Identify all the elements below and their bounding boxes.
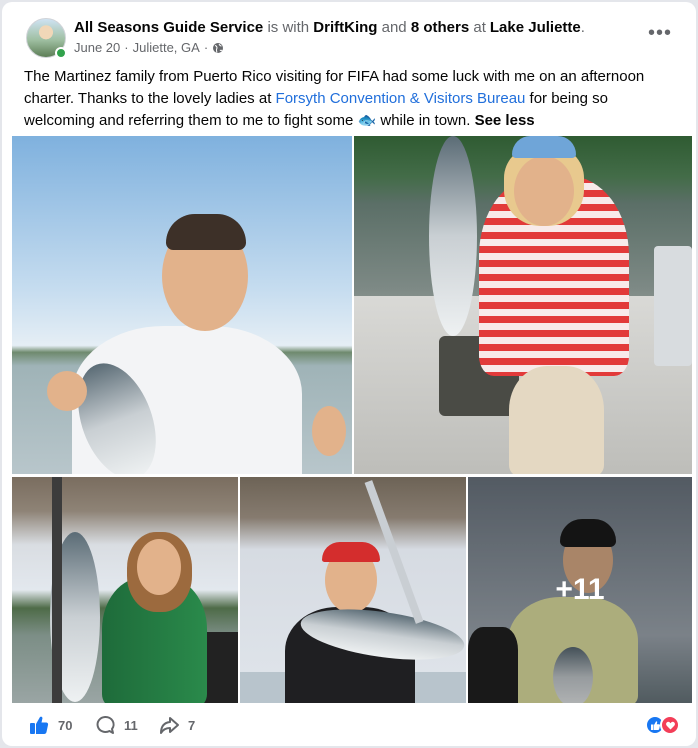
post-card: All Seasons Guide Service is with DriftK… xyxy=(2,2,696,746)
globe-icon xyxy=(213,43,224,53)
woman-holding-fish-photo[interactable] xyxy=(354,136,692,474)
girl-holding-fish-photo[interactable] xyxy=(12,477,238,703)
post-text-part3: while in town. xyxy=(376,112,475,129)
post-footer: 70 11 7 xyxy=(2,706,696,746)
mention-link[interactable]: Forsyth Convention & Visitors Bureau xyxy=(276,90,526,107)
post-location[interactable]: Juliette, GA xyxy=(133,40,200,56)
author-name[interactable]: All Seasons Guide Service xyxy=(74,19,263,36)
header-period: . xyxy=(580,19,585,36)
meta-separator: · xyxy=(203,40,209,55)
with-text: is with xyxy=(267,19,310,36)
share-count: 7 xyxy=(188,717,196,733)
more-options-icon[interactable]: ••• xyxy=(642,20,678,52)
tagged-others[interactable]: 8 others xyxy=(411,19,469,36)
comment-action[interactable]: 11 xyxy=(94,714,138,736)
love-reaction-icon xyxy=(660,715,680,735)
see-less-link[interactable]: See less xyxy=(475,112,535,129)
like-count: 70 xyxy=(58,717,73,733)
at-text: at xyxy=(473,19,486,36)
and-text: and xyxy=(381,19,407,36)
post-text: The Martinez family from Puerto Rico vis… xyxy=(24,66,674,132)
share-icon xyxy=(160,717,179,734)
tagged-user[interactable]: DriftKing xyxy=(313,19,377,36)
meta-separator: · xyxy=(124,40,129,55)
more-photos-count[interactable]: +11 xyxy=(468,477,692,703)
man-holding-fish-photo[interactable] xyxy=(12,136,352,474)
reactions-summary[interactable] xyxy=(645,715,680,735)
share-action[interactable]: 7 xyxy=(158,714,195,736)
fish-emoji: 🐟 xyxy=(357,112,377,129)
place-name[interactable]: Lake Juliette xyxy=(490,19,581,36)
comment-icon xyxy=(96,716,115,734)
thumbs-up-icon xyxy=(30,716,49,734)
teen-holding-fish-photo[interactable] xyxy=(240,477,466,703)
post-date[interactable]: June 20 xyxy=(74,40,120,56)
post-header: All Seasons Guide Service is with DriftK… xyxy=(74,18,585,38)
post-meta: June 20 · Juliette, GA · xyxy=(74,40,224,56)
like-action[interactable]: 70 xyxy=(28,714,72,736)
online-status-dot xyxy=(55,47,67,59)
comment-count: 11 xyxy=(124,717,138,733)
